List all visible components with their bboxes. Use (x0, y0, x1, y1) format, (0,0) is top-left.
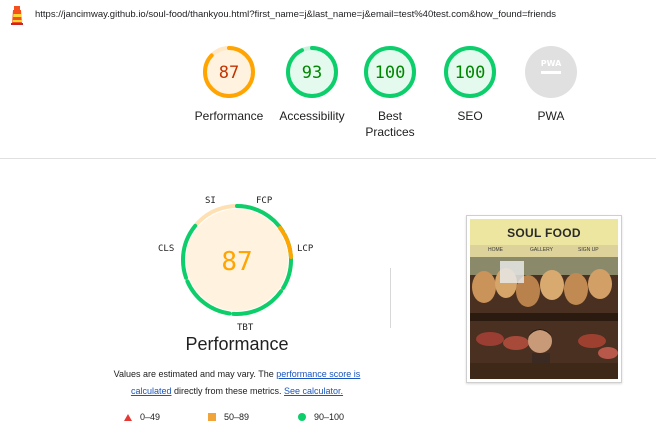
report-url[interactable]: https://jancimway.github.io/soul-food/th… (35, 9, 556, 20)
note-text: Values are estimated and may vary. The (113, 369, 277, 379)
gauge-ring: 100 (364, 46, 416, 98)
section-divider (0, 158, 656, 159)
gauge-pwa[interactable]: PWA PWA (506, 44, 596, 124)
legend-range: 90–100 (314, 412, 345, 422)
performance-gauge-ring: 87 (181, 204, 293, 316)
legend-pass: 90–100 (298, 412, 344, 422)
gauge-score: 100 (455, 63, 486, 83)
gauge-score: 93 (302, 63, 322, 83)
gauge-score: 100 (375, 63, 406, 83)
gauge-ring: 93 (286, 46, 338, 98)
metrics-note: Values are estimated and may vary. The p… (96, 366, 378, 400)
gauge-label: Best Practices (365, 109, 415, 139)
gauge-ring: 87 (203, 46, 255, 98)
legend-range: 50–89 (224, 412, 250, 422)
report-url-bar: https://jancimway.github.io/soul-food/th… (0, 0, 656, 30)
see-calculator-link[interactable]: See calculator. (284, 386, 343, 396)
pwa-badge-icon: PWA (525, 46, 577, 98)
gauge-label: PWA (537, 109, 565, 123)
gauge-score: 87 (219, 63, 239, 83)
pass-circle-icon (298, 413, 306, 421)
metric-label-si: SI (205, 196, 216, 206)
legend-range: 0–49 (140, 412, 161, 422)
final-screenshot[interactable]: SOUL FOOD HOME GALLERY SIGN UP (466, 215, 622, 383)
gauge-label: Performance (194, 109, 264, 123)
gauge-label: Accessibility (279, 109, 345, 123)
fail-triangle-icon (124, 413, 132, 421)
gauge-ring: 100 (444, 46, 496, 98)
screenshot-hero-image (470, 257, 618, 379)
site-nav: HOME GALLERY SIGN UP (470, 245, 618, 257)
performance-gauge-large: 87 SI FCP LCP TBT CLS (158, 190, 320, 340)
performance-title: Performance (185, 334, 289, 354)
metric-label-fcp: FCP (256, 196, 273, 206)
gauge-performance[interactable]: 87 Performance (184, 44, 274, 124)
metric-label-lcp: LCP (297, 244, 314, 254)
site-nav-home: HOME (488, 247, 503, 253)
gauge-label: SEO (457, 109, 483, 123)
note-text: directly from these metrics. (171, 386, 284, 396)
legend-average: 50–89 (208, 412, 249, 422)
site-nav-signup: SIGN UP (578, 247, 599, 253)
site-nav-gallery: GALLERY (530, 247, 553, 253)
metric-label-tbt: TBT (237, 323, 254, 333)
lighthouse-icon (11, 6, 23, 25)
gauge-best-practices[interactable]: 100 Best Practices (345, 44, 435, 140)
screenshot-page: SOUL FOOD HOME GALLERY SIGN UP (470, 219, 618, 379)
site-header: SOUL FOOD (470, 219, 618, 245)
category-gauges: 87 Performance 93 Accessibility 100 Best… (0, 44, 656, 154)
site-title: SOUL FOOD (507, 226, 581, 240)
score-legend: 0–49 50–89 90–100 (120, 412, 380, 428)
gauge-accessibility[interactable]: 93 Accessibility (267, 44, 357, 124)
metric-label-cls: CLS (158, 244, 175, 254)
gauge-seo[interactable]: 100 SEO (425, 44, 515, 124)
average-square-icon (208, 413, 216, 421)
performance-score-large: 87 (221, 247, 252, 277)
pwa-badge-text: PWA (541, 59, 562, 68)
vertical-separator (390, 268, 391, 328)
legend-fail: 0–49 (124, 412, 160, 422)
